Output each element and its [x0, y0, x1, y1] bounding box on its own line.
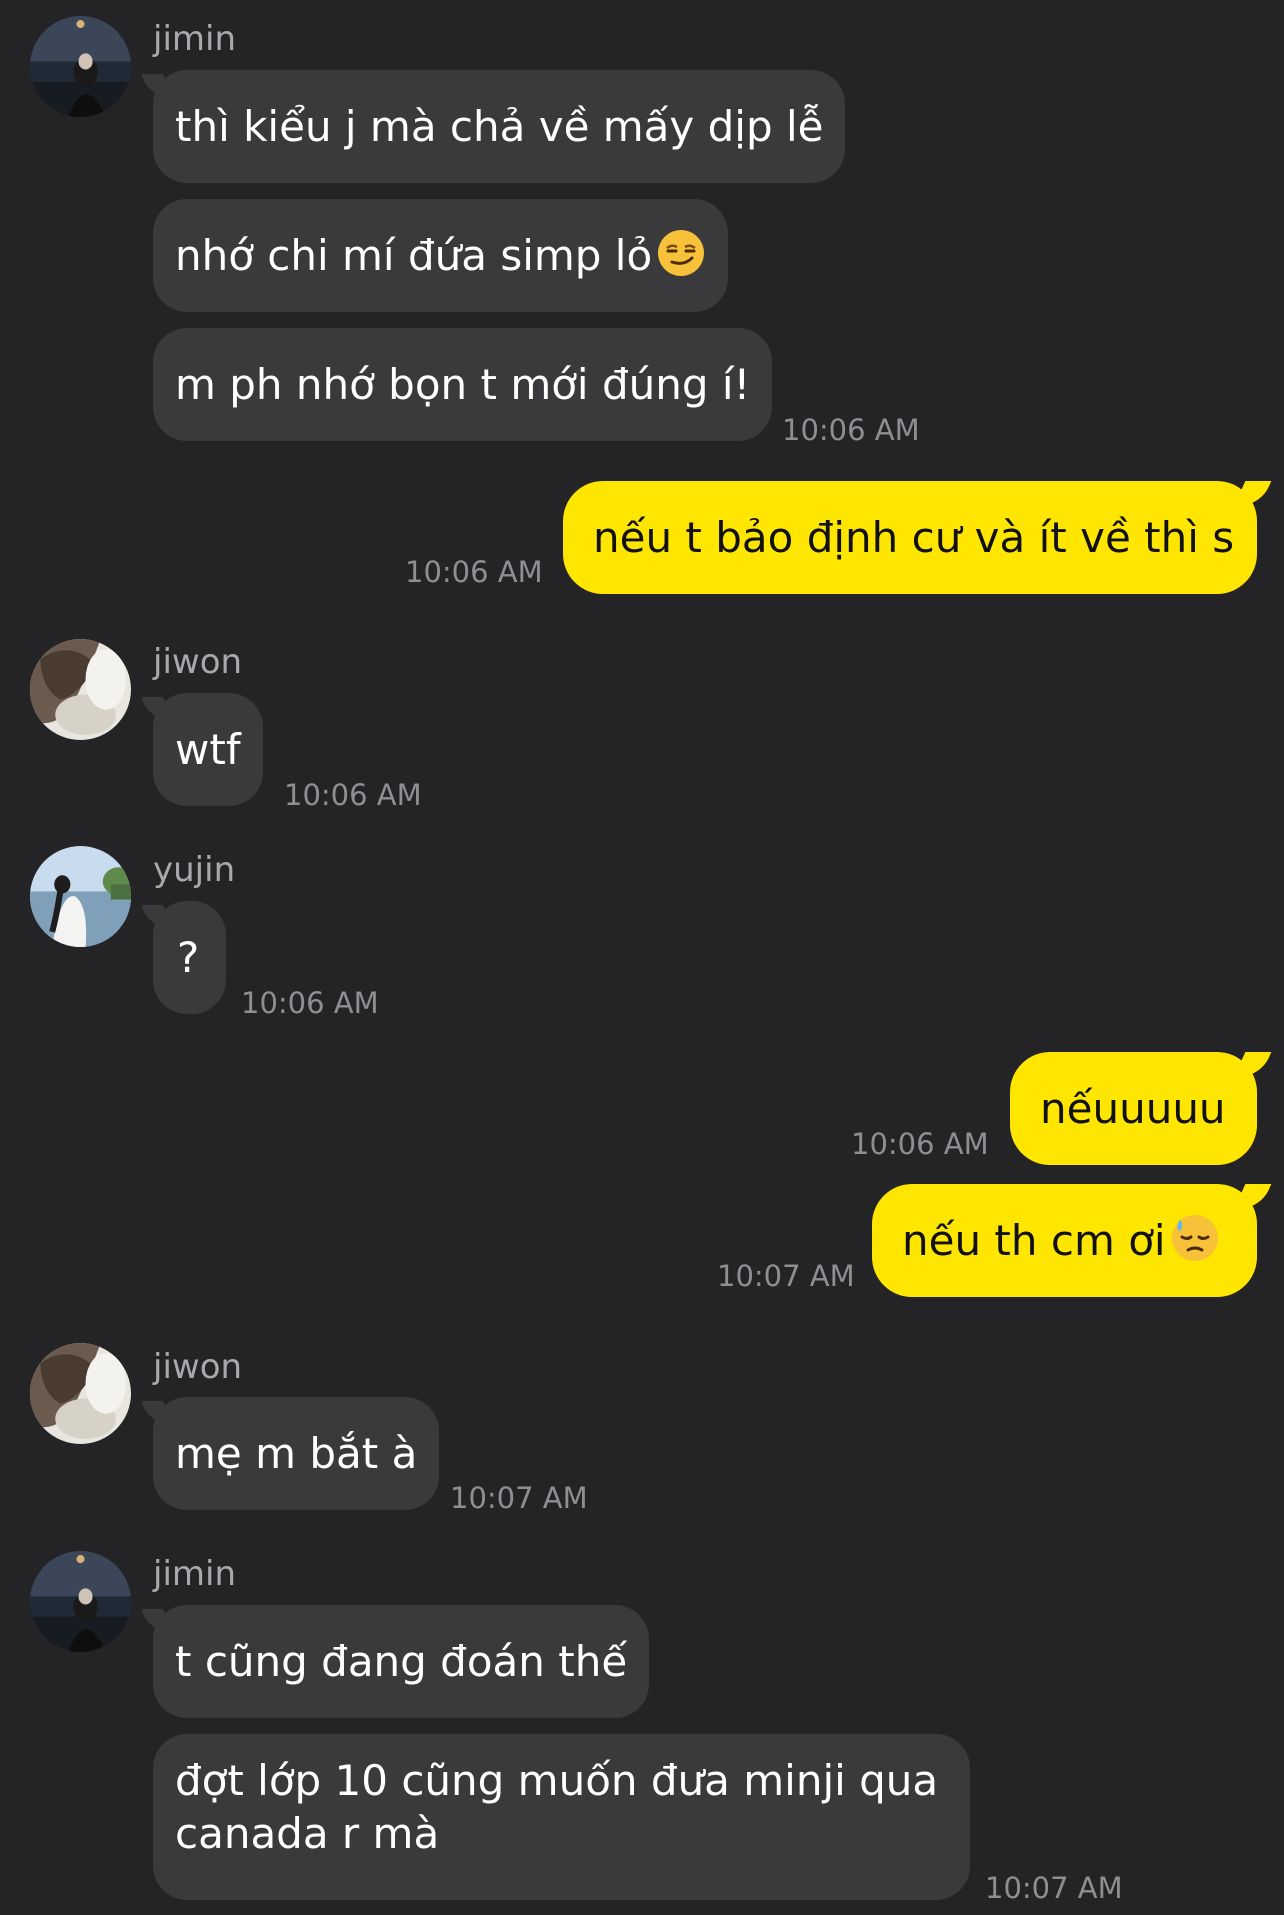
- message-text: nếu th cm ơi: [902, 1216, 1166, 1265]
- message-time: 10:07 AM: [717, 1259, 855, 1293]
- avatar-yujin[interactable]: [30, 846, 131, 947]
- avatar-jiwon[interactable]: [30, 639, 131, 740]
- message-text: mẹ m bắt à: [175, 1429, 418, 1478]
- sender-name-jimin: jimin: [153, 1554, 237, 1594]
- sender-name-yujin: yujin: [153, 850, 236, 890]
- message-bubble[interactable]: mẹ m bắt à: [141, 1397, 440, 1510]
- sender-name-jimin: jimin: [153, 19, 237, 59]
- bubble-tail: [1234, 481, 1272, 505]
- message-time: 10:06 AM: [284, 778, 422, 812]
- message-bubble[interactable]: t cũng đang đoán thế: [141, 1605, 650, 1718]
- smirking-face-emoji: [656, 228, 706, 278]
- bubble-tail: [141, 697, 171, 719]
- bubble-tail: [141, 1609, 171, 1631]
- message-time: 10:06 AM: [241, 986, 379, 1020]
- message-text: nhớ chi mí đứa simp lỏ: [175, 231, 653, 280]
- message-bubble[interactable]: ?: [141, 901, 226, 1014]
- message-text: wtf: [175, 725, 241, 774]
- message-text: m ph nhớ bọn t mới đúng í!: [175, 360, 751, 409]
- message-bubble[interactable]: m ph nhớ bọn t mới đúng í!: [153, 328, 773, 441]
- message-bubble[interactable]: đợt lớp 10 cũng muốn đưa minji qua canad…: [153, 1734, 970, 1900]
- sender-name-jiwon: jiwon: [153, 1347, 243, 1387]
- message-bubble[interactable]: nhớ chi mí đứa simp lỏ: [153, 199, 729, 312]
- message-time: 10:06 AM: [851, 1127, 989, 1161]
- avatar-jimin[interactable]: [30, 1551, 131, 1652]
- message-time: 10:06 AM: [782, 413, 920, 447]
- downcast-face-with-sweat-emoji: [1170, 1213, 1220, 1263]
- message-text: thì kiểu j mà chả về mấy dịp lễ: [175, 102, 824, 151]
- message-time: 10:07 AM: [450, 1481, 588, 1515]
- message-text: đợt lớp 10 cũng muốn đưa minji qua canad…: [175, 1756, 939, 1858]
- message-text: t cũng đang đoán thế: [175, 1637, 628, 1686]
- bubble-tail: [1234, 1184, 1272, 1208]
- avatar-jimin[interactable]: [30, 16, 131, 117]
- outgoing-message-bubble[interactable]: nếuuuuu: [1010, 1052, 1272, 1165]
- message-text: nếuuuuu: [1040, 1084, 1226, 1133]
- message-time: 10:06 AM: [405, 555, 543, 589]
- avatar-jiwon[interactable]: [30, 1343, 131, 1444]
- outgoing-message-bubble[interactable]: nếu th cm ơi: [872, 1184, 1272, 1297]
- message-bubble[interactable]: wtf: [141, 693, 263, 806]
- bubble-tail: [1234, 1052, 1272, 1076]
- outgoing-message-bubble[interactable]: nếu t bảo định cư và ít về thì s: [563, 481, 1272, 594]
- bubble-tail: [141, 74, 171, 96]
- bubble-tail: [141, 1401, 171, 1423]
- bubble-tail: [141, 905, 171, 927]
- sender-name-jiwon: jiwon: [153, 642, 243, 682]
- message-time: 10:07 AM: [985, 1871, 1123, 1905]
- message-text: ?: [177, 933, 200, 982]
- message-bubble[interactable]: thì kiểu j mà chả về mấy dịp lễ: [141, 70, 846, 183]
- message-text: nếu t bảo định cư và ít về thì s: [593, 513, 1235, 562]
